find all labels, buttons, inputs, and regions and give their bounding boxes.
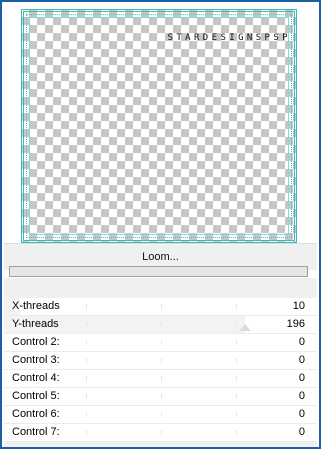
control-slider-2[interactable]: Y-threads 196: [4, 316, 317, 334]
control-slider-3[interactable]: Control 2: 0: [4, 334, 317, 352]
spacer: [4, 278, 317, 298]
control-label: Control 2:: [12, 336, 60, 348]
control-value: 0: [298, 390, 305, 402]
spacer-bottom: [4, 442, 317, 447]
control-label: Y-threads: [12, 318, 59, 330]
slider-thumb-icon[interactable]: [239, 324, 251, 331]
controls-panel: X-threads 10 Y-threads 196 Control 2: 0 Contro…: [4, 298, 317, 442]
control-slider-5[interactable]: Control 4: 0: [4, 370, 317, 388]
control-label: Control 4:: [12, 372, 60, 384]
watermark-text: STARDESIGNSPSP: [167, 33, 291, 43]
control-value: 196: [286, 318, 305, 330]
control-label: Control 3:: [12, 354, 60, 366]
progress-bar: [9, 266, 308, 277]
control-label: Control 7:: [12, 426, 60, 438]
control-label: X-threads: [12, 300, 60, 312]
plugin-window: STARDESIGNSPSP Loom... X-threads 10 Y-thre…: [0, 0, 321, 449]
control-slider-8[interactable]: Control 7: 0: [4, 424, 317, 442]
control-value: 0: [298, 408, 305, 420]
preview-canvas: STARDESIGNSPSP: [21, 9, 297, 243]
control-slider-6[interactable]: Control 5: 0: [4, 388, 317, 406]
control-slider-4[interactable]: Control 3: 0: [4, 352, 317, 370]
control-label: Control 6:: [12, 408, 60, 420]
control-value: 0: [298, 426, 305, 438]
control-label: Control 5:: [12, 390, 60, 402]
preview-frame-inner-line: [29, 17, 289, 235]
control-slider-7[interactable]: Control 6: 0: [4, 406, 317, 424]
control-value: 10: [292, 300, 305, 312]
control-value: 0: [298, 372, 305, 384]
control-value: 0: [298, 354, 305, 366]
control-slider-1[interactable]: X-threads 10: [4, 298, 317, 316]
control-value: 0: [298, 336, 305, 348]
